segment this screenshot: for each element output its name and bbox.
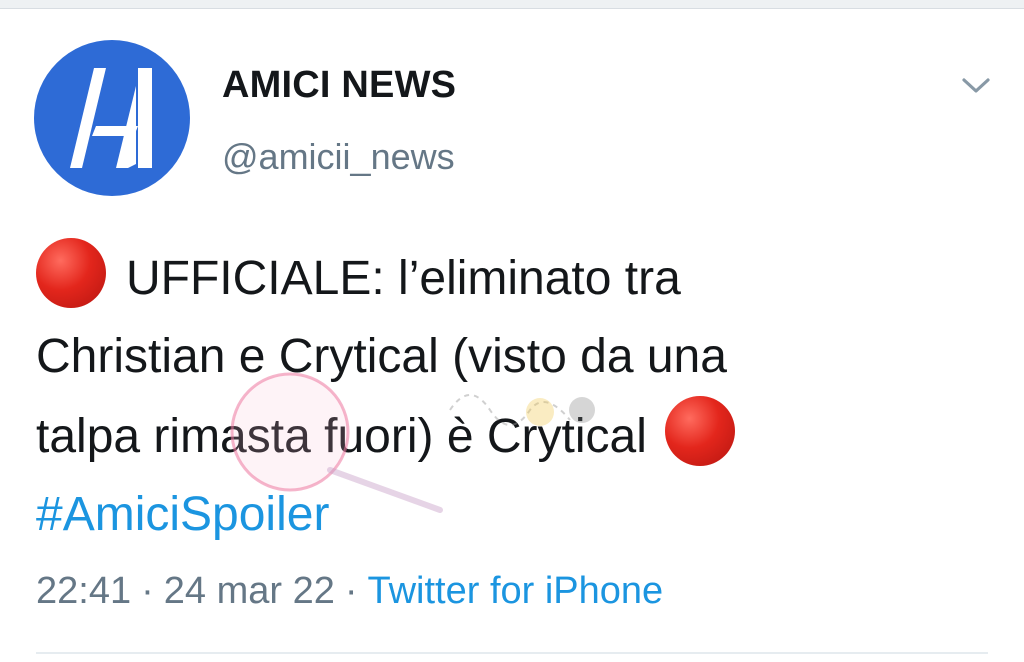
tweet-text: UFFICIALE: l’eliminato tra Christian e C… [36,238,996,554]
tweet-line-1: UFFICIALE: l’eliminato tra [36,238,996,317]
display-name[interactable]: AMICI NEWS [222,64,456,107]
tweet-source-link[interactable]: Twitter for iPhone [368,570,664,612]
tweet-line-3: talpa rimasta fuori) è Crytical [36,396,996,475]
tweet-line-1-text: UFFICIALE: l’eliminato tra [126,252,681,305]
tweet-menu-button[interactable] [956,68,996,104]
tweet-line-2: Christian e Crytical (visto da una [36,330,727,383]
top-divider [0,0,1024,9]
hashtag-link[interactable]: #AmiciSpoiler [36,475,996,554]
chevron-down-icon [962,78,990,93]
tweet-line-3-text: talpa rimasta fuori) è Crytical [36,410,647,463]
amici-logo-icon [70,68,152,168]
meta-separator: · [141,570,154,612]
meta-separator: · [344,570,358,612]
tweet-time: 22:41 [36,570,132,612]
tweet-meta: 22:41 · 24 mar 22 · Twitter for iPhone [36,570,663,613]
bottom-divider [36,652,988,654]
red-circle-icon [664,396,735,466]
user-handle[interactable]: @amicii_news [222,136,455,178]
avatar[interactable] [34,40,190,196]
tweet-date: 24 mar 22 [163,570,335,612]
red-circle-icon [36,238,106,308]
